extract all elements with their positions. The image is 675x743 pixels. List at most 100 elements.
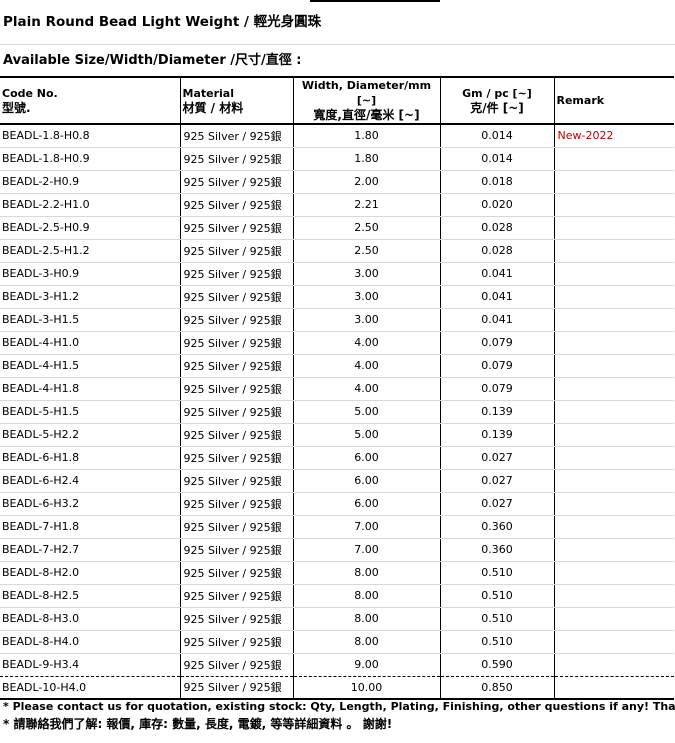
cell-remark	[554, 538, 674, 562]
cell-material: 925 Silver / 925銀	[180, 285, 294, 309]
cell-remark	[554, 216, 674, 240]
table-row: BEADL-8-H2.0 925 Silver / 925銀 8.00 0.510	[0, 561, 674, 585]
cell-width: 8.00	[293, 561, 441, 585]
cell-material: 925 Silver / 925銀	[180, 377, 294, 401]
cell-material: 925 Silver / 925銀	[180, 515, 294, 539]
cell-gm: 0.510	[440, 561, 555, 585]
cell-gm: 0.027	[440, 492, 555, 516]
cell-width: 1.80	[293, 147, 441, 171]
table-row: BEADL-3-H1.2 925 Silver / 925銀 3.00 0.041	[0, 285, 674, 309]
table-row: BEADL-5-H2.2 925 Silver / 925銀 5.00 0.139	[0, 423, 674, 447]
cell-code: BEADL-6-H3.2	[0, 492, 181, 516]
cell-material: 925 Silver / 925銀	[180, 561, 294, 585]
cell-width: 7.00	[293, 538, 441, 562]
cell-gm: 0.510	[440, 584, 555, 608]
table-row: BEADL-6-H2.4 925 Silver / 925銀 6.00 0.027	[0, 469, 674, 493]
table-row: BEADL-6-H1.8 925 Silver / 925銀 6.00 0.027	[0, 446, 674, 470]
cell-material: 925 Silver / 925銀	[180, 538, 294, 562]
cell-gm: 0.510	[440, 630, 555, 654]
cell-material: 925 Silver / 925銀	[180, 331, 294, 355]
cell-remark	[554, 423, 674, 447]
cell-code: BEADL-3-H1.2	[0, 285, 181, 309]
header-code-zh: 型號.	[2, 100, 31, 115]
cell-width: 3.00	[293, 308, 441, 332]
cell-code: BEADL-8-H2.0	[0, 561, 181, 585]
header-remark: Remark	[554, 76, 674, 125]
cell-code: BEADL-8-H4.0	[0, 630, 181, 654]
cell-remark	[554, 285, 674, 309]
cell-code: BEADL-7-H2.7	[0, 538, 181, 562]
cell-gm: 0.018	[440, 170, 555, 194]
table-row: BEADL-4-H1.5 925 Silver / 925銀 4.00 0.079	[0, 354, 674, 378]
cell-material: 925 Silver / 925銀	[180, 354, 294, 378]
cell-material: 925 Silver / 925銀	[180, 193, 294, 217]
header-gm: Gm / pc [~] 克/件 [~]	[440, 76, 555, 125]
table-row: BEADL-5-H1.5 925 Silver / 925銀 5.00 0.139	[0, 400, 674, 424]
cell-remark	[554, 331, 674, 355]
cell-remark	[554, 193, 674, 217]
cell-gm: 0.020	[440, 193, 555, 217]
cell-code: BEADL-4-H1.8	[0, 377, 181, 401]
cell-gm: 0.014	[440, 147, 555, 171]
cell-width: 10.00	[293, 676, 441, 700]
header-width: Width, Diameter/mm [~] 寬度,直徑/毫米 [~]	[293, 76, 441, 125]
cell-code: BEADL-2.5-H1.2	[0, 239, 181, 263]
cell-remark	[554, 584, 674, 608]
cell-width: 3.00	[293, 262, 441, 286]
cell-code: BEADL-3-H0.9	[0, 262, 181, 286]
cell-remark	[554, 170, 674, 194]
cell-material: 925 Silver / 925銀	[180, 308, 294, 332]
cell-code: BEADL-1.8-H0.9	[0, 147, 181, 171]
cell-remark	[554, 446, 674, 470]
note-chinese: * 請聯絡我們了解: 報價, 庫存: 數量, 長度, 電鍍, 等等詳細資料 。 …	[3, 717, 393, 731]
cell-material: 925 Silver / 925銀	[180, 262, 294, 286]
header-material-zh: 材質 / 材料	[182, 100, 244, 115]
table-row: BEADL-3-H0.9 925 Silver / 925銀 3.00 0.041	[0, 262, 674, 286]
cell-width: 1.80	[293, 124, 441, 148]
cell-width: 5.00	[293, 423, 441, 447]
cell-gm: 0.041	[440, 308, 555, 332]
note-english: * Please contact us for quotation, exist…	[3, 700, 675, 713]
cell-material: 925 Silver / 925銀	[180, 584, 294, 608]
cell-remark	[554, 239, 674, 263]
cell-gm: 0.139	[440, 400, 555, 424]
table-row: BEADL-2-H0.9 925 Silver / 925銀 2.00 0.018	[0, 170, 674, 194]
cell-width: 2.21	[293, 193, 441, 217]
cell-gm: 0.360	[440, 538, 555, 562]
table-row: BEADL-7-H2.7 925 Silver / 925銀 7.00 0.360	[0, 538, 674, 562]
cell-remark	[554, 676, 674, 700]
table-header: Code No. 型號. Material 材質 / 材料 Width, Dia…	[0, 76, 674, 125]
cell-material: 925 Silver / 925銀	[180, 676, 294, 700]
title-divider	[0, 44, 675, 45]
cell-material: 925 Silver / 925銀	[180, 607, 294, 631]
header-gm-zh: 克/件 [~]	[470, 100, 524, 115]
table-row: BEADL-4-H1.8 925 Silver / 925銀 4.00 0.079	[0, 377, 674, 401]
cell-gm: 0.041	[440, 285, 555, 309]
cell-code: BEADL-7-H1.8	[0, 515, 181, 539]
cell-code: BEADL-2.5-H0.9	[0, 216, 181, 240]
cell-gm: 0.079	[440, 331, 555, 355]
cell-code: BEADL-2-H0.9	[0, 170, 181, 194]
cell-remark	[554, 400, 674, 424]
cell-gm: 0.510	[440, 607, 555, 631]
table-row: BEADL-2.5-H0.9 925 Silver / 925銀 2.50 0.028	[0, 216, 674, 240]
header-code: Code No. 型號.	[0, 76, 181, 125]
cell-width: 6.00	[293, 469, 441, 493]
cell-width: 4.00	[293, 331, 441, 355]
cell-code: BEADL-4-H1.0	[0, 331, 181, 355]
cell-width: 2.50	[293, 239, 441, 263]
cell-material: 925 Silver / 925銀	[180, 446, 294, 470]
cell-gm: 0.028	[440, 216, 555, 240]
cell-width: 7.00	[293, 515, 441, 539]
cell-gm: 0.079	[440, 354, 555, 378]
cell-width: 6.00	[293, 446, 441, 470]
cell-code: BEADL-5-H2.2	[0, 423, 181, 447]
table-row: BEADL-8-H2.5 925 Silver / 925銀 8.00 0.510	[0, 584, 674, 608]
cell-width: 8.00	[293, 584, 441, 608]
cell-remark	[554, 308, 674, 332]
table-row: BEADL-3-H1.5 925 Silver / 925銀 3.00 0.041	[0, 308, 674, 332]
cell-gm: 0.139	[440, 423, 555, 447]
table-body: BEADL-1.8-H0.8 925 Silver / 925銀 1.80 0.014…	[0, 124, 674, 700]
table-row: BEADL-1.8-H0.8 925 Silver / 925銀 1.80 0.014…	[0, 124, 674, 148]
cell-material: 925 Silver / 925銀	[180, 423, 294, 447]
